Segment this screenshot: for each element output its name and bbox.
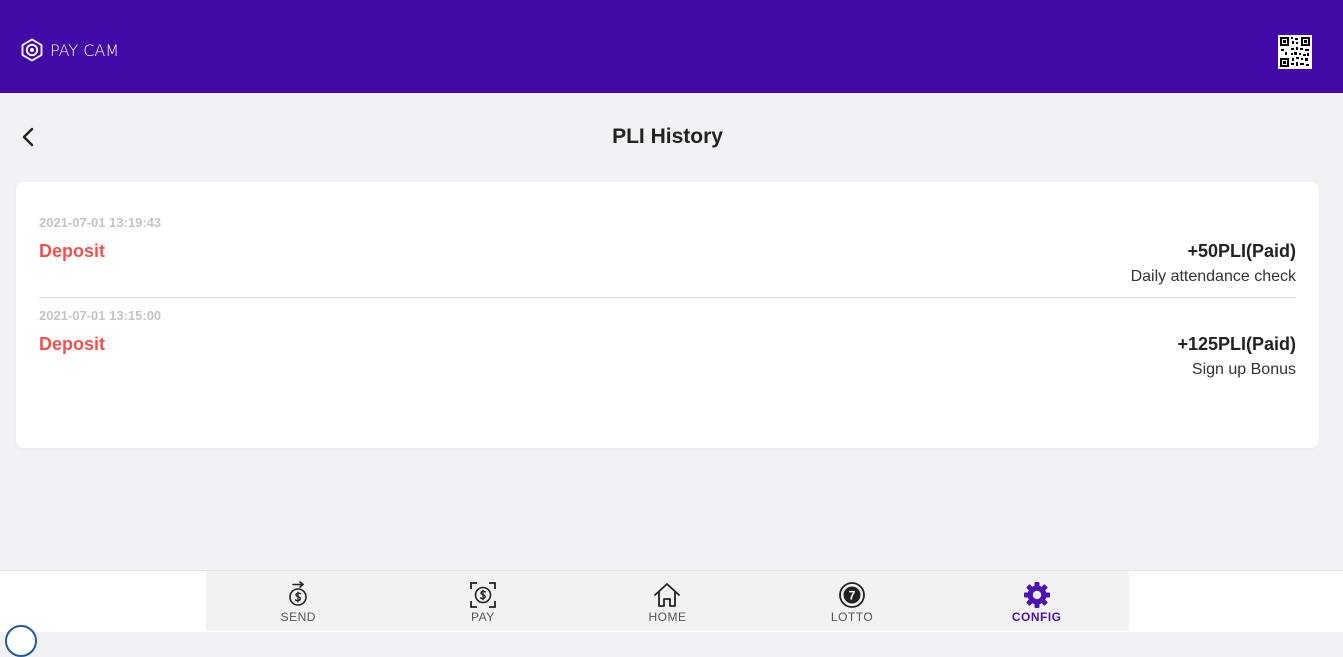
entry-date: 2021-07-01 13:15:00 xyxy=(39,308,162,323)
nav-label: HOME xyxy=(648,610,687,624)
history-entry[interactable]: 2021-07-01 13:15:00 Deposit +125PLI(Paid… xyxy=(39,299,1296,391)
entry-amount: +125PLI(Paid) xyxy=(1177,334,1296,354)
nav-send[interactable]: SEND xyxy=(206,571,391,631)
lotto-ball-icon: 7 xyxy=(839,582,865,608)
nav-lotto[interactable]: 7 LOTTO xyxy=(760,571,945,631)
svg-text:7: 7 xyxy=(849,589,856,603)
entry-date: 2021-07-01 13:19:43 xyxy=(39,215,162,230)
entry-divider xyxy=(39,297,1296,298)
page-title: PLI History xyxy=(612,125,723,148)
history-card: 2021-07-01 13:19:43 Deposit +50PLI(Paid)… xyxy=(16,182,1319,448)
top-bar: PAY CAM xyxy=(0,0,1343,93)
nav-home[interactable]: HOME xyxy=(575,571,760,631)
nav-label: CONFIG xyxy=(1011,610,1062,624)
entry-type: Deposit xyxy=(39,241,106,261)
page-header: PLI History xyxy=(0,93,1343,181)
brand-name: PAY CAM xyxy=(50,40,120,60)
floating-action-button[interactable] xyxy=(5,625,37,657)
entry-amount: +50PLI(Paid) xyxy=(1187,241,1296,261)
nav-label: LOTTO xyxy=(830,610,874,624)
home-icon xyxy=(654,583,681,607)
nav-label: PAY xyxy=(471,610,495,624)
nav-pay[interactable]: PAY xyxy=(391,571,576,631)
entry-description: Daily attendance check xyxy=(1130,268,1296,285)
paycam-logo-icon xyxy=(21,38,43,62)
brand-logo[interactable]: PAY CAM xyxy=(20,37,119,63)
entry-type: Deposit xyxy=(39,334,106,354)
entry-description: Sign up Bonus xyxy=(1191,361,1296,378)
bottom-nav: SEND PAY HOME 7 LOTTO CONFIG xyxy=(206,571,1129,631)
send-money-icon xyxy=(289,581,308,606)
qr-code-icon[interactable] xyxy=(1278,35,1312,69)
pay-scan-icon xyxy=(469,582,496,608)
nav-config[interactable]: CONFIG xyxy=(944,571,1129,631)
history-entry[interactable]: 2021-07-01 13:19:43 Deposit +50PLI(Paid)… xyxy=(39,206,1296,298)
nav-label: SEND xyxy=(280,610,316,624)
gear-icon xyxy=(1023,582,1050,608)
